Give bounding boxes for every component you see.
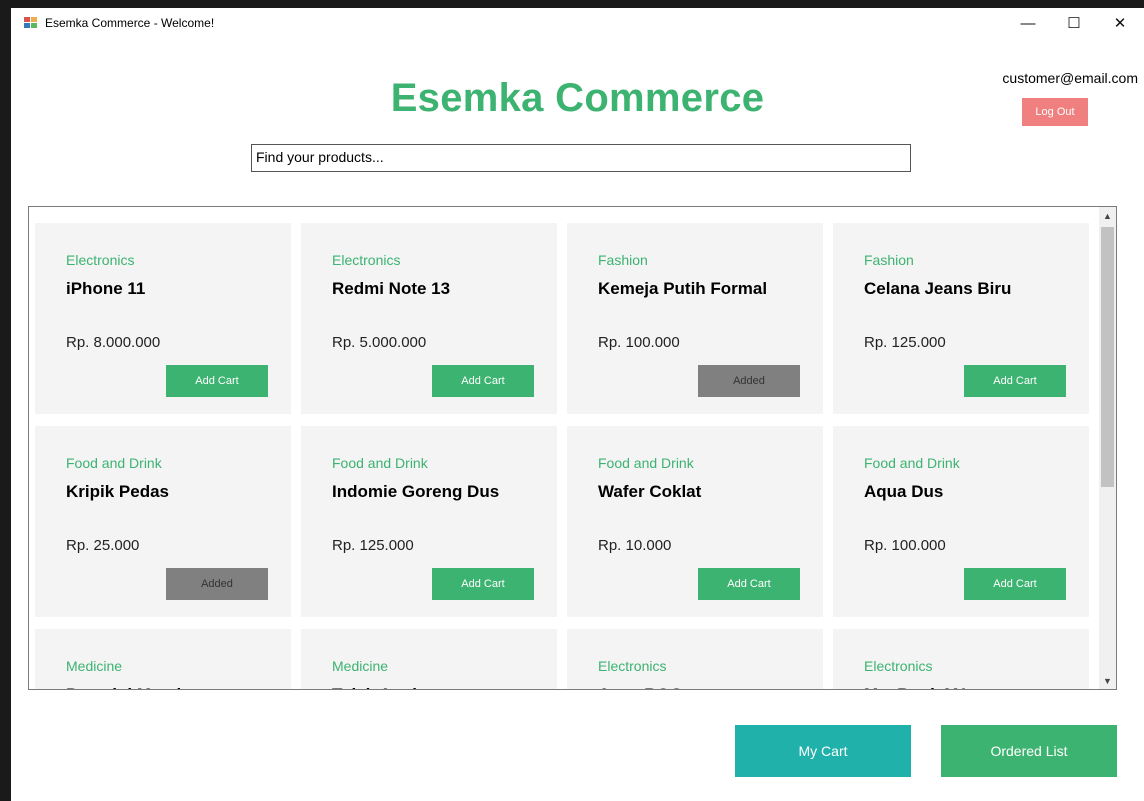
close-icon: ✕ <box>1113 15 1127 32</box>
product-price: Rp. 125.000 <box>864 334 946 351</box>
my-cart-button[interactable]: My Cart <box>735 725 911 777</box>
add-cart-button[interactable]: Add Cart <box>698 568 800 600</box>
vertical-scrollbar[interactable]: ▲ ▼ <box>1099 207 1116 689</box>
product-name: Indomie Goreng Dus <box>332 482 500 501</box>
product-name: MacBook M1 <box>864 685 968 689</box>
product-price: Rp. 100.000 <box>598 334 680 351</box>
logout-button[interactable]: Log Out <box>1022 98 1088 126</box>
product-price: Rp. 10.000 <box>598 537 672 554</box>
product-category: Food and Drink <box>332 455 428 471</box>
product-category: Food and Drink <box>66 455 162 471</box>
product-category: Medicine <box>66 658 123 674</box>
product-card: Fashion Celana Jeans Biru Rp. 125.000 Add C… <box>833 223 1089 414</box>
product-price: Rp. 8.000.000 <box>66 334 161 351</box>
app-window: Esemka Commerce - Welcome! — ☐ ✕ Esemka … <box>11 8 1144 801</box>
product-name: Asus ROG <box>598 685 683 689</box>
product-grid[interactable]: Electronics iPhone 11 Rp. 8.000.000 Add Car… <box>28 206 1117 690</box>
product-category: Electronics <box>66 252 135 268</box>
add-cart-button[interactable]: Add Cart <box>964 568 1066 600</box>
close-button[interactable]: ✕ <box>1097 8 1143 38</box>
product-card: Electronics Asus ROG <box>567 629 823 689</box>
product-card: Food and Drink Aqua Dus Rp. 100.000 Add Car… <box>833 426 1089 617</box>
minimize-icon: — <box>1020 14 1036 32</box>
product-category: Food and Drink <box>598 455 694 471</box>
product-card: Food and Drink Indomie Goreng Dus Rp. 125.… <box>301 426 557 617</box>
product-card: Electronics MacBook M1 <box>833 629 1089 689</box>
app-icon <box>24 17 38 29</box>
product-category: Electronics <box>332 252 401 268</box>
product-card: Electronics iPhone 11 Rp. 8.000.000 Add Car… <box>35 223 291 414</box>
product-name: Panadol Merah <box>66 685 187 689</box>
add-cart-button[interactable]: Add Cart <box>432 568 534 600</box>
product-category: Electronics <box>864 658 933 674</box>
add-cart-button[interactable]: Add Cart <box>964 365 1066 397</box>
scroll-thumb[interactable] <box>1101 227 1114 487</box>
product-price: Rp. 125.000 <box>332 537 414 554</box>
add-cart-button[interactable]: Add Cart <box>166 365 268 397</box>
product-card: Medicine Panadol Merah <box>35 629 291 689</box>
product-category: Fashion <box>864 252 914 268</box>
product-name: iPhone 11 <box>66 279 146 298</box>
product-category: Medicine <box>332 658 389 674</box>
product-price: Rp. 25.000 <box>66 537 140 554</box>
product-name: Aqua Dus <box>864 482 944 501</box>
add-cart-button[interactable]: Add Cart <box>432 365 534 397</box>
product-name: Kripik Pedas <box>66 482 169 501</box>
product-name: Wafer Coklat <box>598 482 702 501</box>
product-card: Medicine Tolak Angin <box>301 629 557 689</box>
product-category: Fashion <box>598 252 648 268</box>
search-input[interactable]: Find your products... <box>251 144 911 172</box>
added-button[interactable]: Added <box>698 365 800 397</box>
product-price: Rp. 5.000.000 <box>332 334 427 351</box>
product-name: Tolak Angin <box>332 685 427 689</box>
product-name: Redmi Note 13 <box>332 279 451 298</box>
product-card: Food and Drink Kripik Pedas Rp. 25.000 Adde… <box>35 426 291 617</box>
maximize-button[interactable]: ☐ <box>1051 8 1097 38</box>
product-price: Rp. 100.000 <box>864 537 946 554</box>
user-email: customer@email.com <box>1002 70 1138 86</box>
product-category: Food and Drink <box>864 455 960 471</box>
product-name: Celana Jeans Biru <box>864 279 1012 298</box>
scroll-down-icon[interactable]: ▼ <box>1099 672 1116 689</box>
minimize-button[interactable]: — <box>1005 8 1051 38</box>
title-bar[interactable]: Esemka Commerce - Welcome! — ☐ ✕ <box>11 8 1144 38</box>
product-name: Kemeja Putih Formal <box>598 279 768 298</box>
product-category: Electronics <box>598 658 667 674</box>
window-title: Esemka Commerce - Welcome! <box>45 16 215 30</box>
ordered-list-button[interactable]: Ordered List <box>941 725 1117 777</box>
product-card: Food and Drink Wafer Coklat Rp. 10.000 Add … <box>567 426 823 617</box>
maximize-icon: ☐ <box>1067 15 1081 32</box>
product-card: Fashion Kemeja Putih Formal Rp. 100.000 Add… <box>567 223 823 414</box>
product-card: Electronics Redmi Note 13 Rp. 5.000.000 Add… <box>301 223 557 414</box>
scroll-up-icon[interactable]: ▲ <box>1099 207 1116 224</box>
brand-title: Esemka Commerce <box>390 76 765 120</box>
added-button[interactable]: Added <box>166 568 268 600</box>
